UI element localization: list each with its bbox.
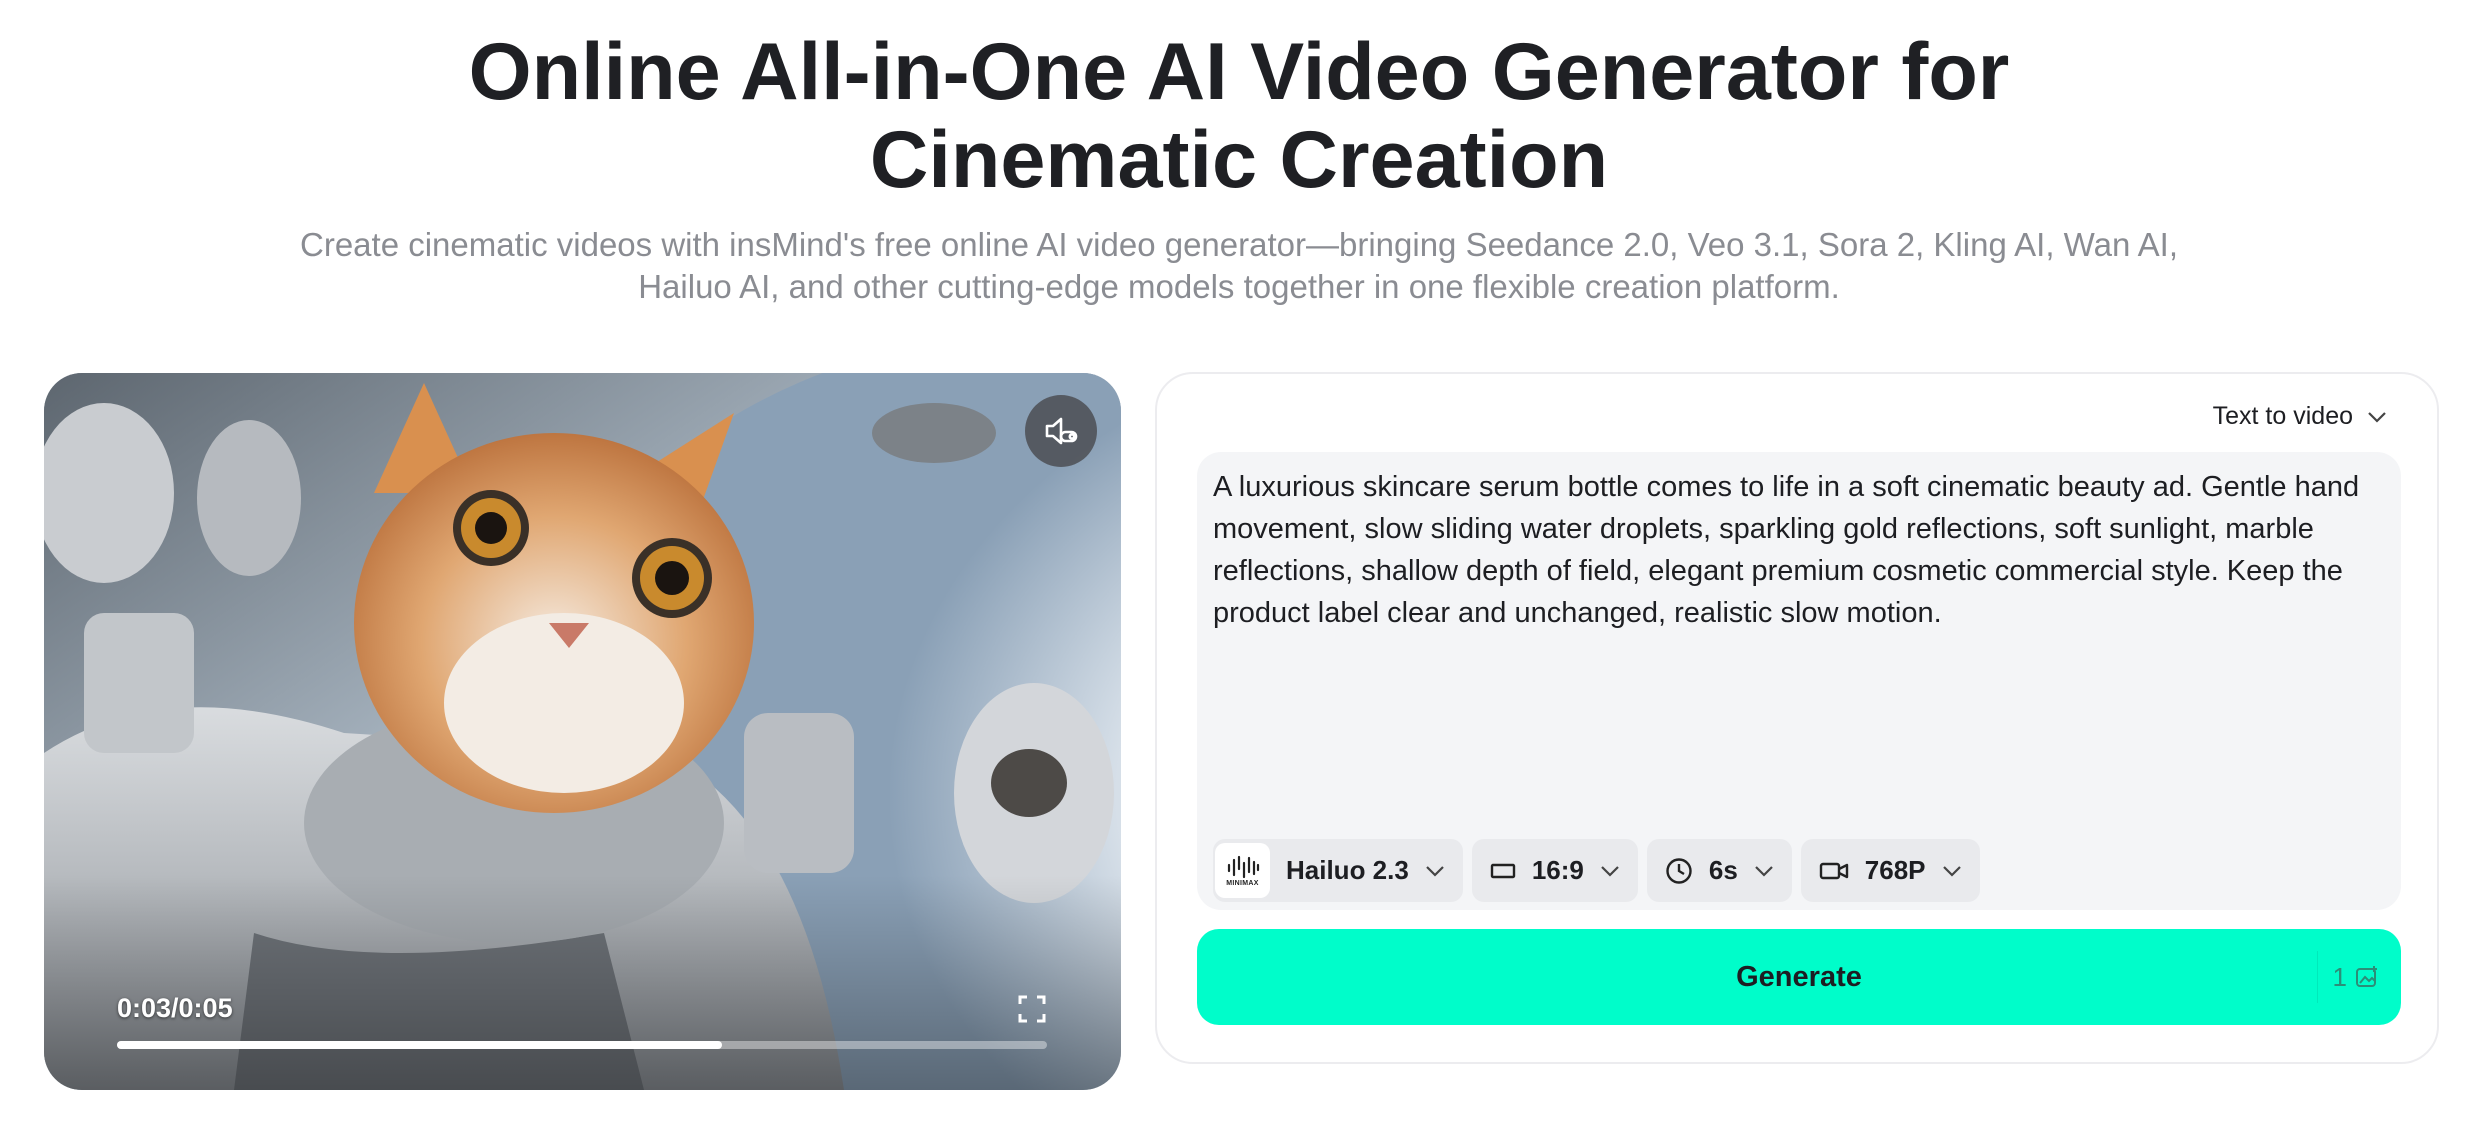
options-bar: MINIMAX Hailuo 2.3 16:9 6s 768P (1213, 839, 1980, 902)
page-title: Online All-in-One AI Video Generator for… (0, 28, 2478, 204)
clock-icon (1666, 857, 1692, 884)
mode-dropdown[interactable]: Text to video (2213, 402, 2387, 431)
page-subtitle: Create cinematic videos with insMind's f… (0, 224, 2478, 308)
fullscreen-icon (1018, 995, 1046, 1023)
minimax-logo: MINIMAX (1215, 843, 1270, 898)
prompt-container: A luxurious skincare serum bottle comes … (1197, 452, 2401, 910)
minimax-logo-text: MINIMAX (1226, 879, 1259, 887)
chevron-down-icon (1426, 865, 1444, 877)
aspect-ratio-label: 16:9 (1531, 855, 1584, 885)
prompt-textarea[interactable]: A luxurious skincare serum bottle comes … (1213, 466, 2383, 826)
credits-count: 1 (2332, 961, 2347, 992)
credits-cost: 1 (2333, 929, 2381, 1025)
chevron-down-icon (2368, 411, 2386, 423)
resolution-label: 768P (1864, 855, 1926, 885)
resolution-selector[interactable]: 768P (1800, 839, 1980, 902)
chevron-down-icon (1601, 865, 1619, 877)
page-title-line-2: Cinematic Creation (869, 115, 1609, 205)
speaker-muted-icon (1045, 417, 1078, 445)
mode-dropdown-label: Text to video (2212, 402, 2353, 430)
page-subtitle-line-1: Create cinematic videos with insMind's f… (300, 226, 2178, 263)
credit-image-icon (2356, 966, 2377, 987)
video-progress-bar[interactable] (117, 1041, 1047, 1049)
video-progress-fill (117, 1041, 722, 1049)
model-selector[interactable]: MINIMAX Hailuo 2.3 (1213, 839, 1463, 902)
generator-panel: Text to video A luxurious skincare serum… (1155, 372, 2439, 1064)
video-frame-astronaut-cat (44, 373, 1121, 1090)
fullscreen-button[interactable] (1018, 995, 1046, 1023)
model-selector-label: Hailuo 2.3 (1286, 855, 1409, 885)
generate-button-label: Generate (1736, 960, 1862, 993)
chevron-down-icon (1755, 865, 1773, 877)
page-title-line-1: Online All-in-One AI Video Generator for (468, 27, 2010, 117)
mute-toggle-button[interactable] (1025, 395, 1097, 467)
aspect-ratio-selector[interactable]: 16:9 (1471, 839, 1638, 902)
video-player[interactable] (44, 373, 1121, 1090)
generate-button[interactable]: Generate 1 (1197, 929, 2401, 1025)
duration-selector[interactable]: 6s (1646, 839, 1792, 902)
duration-label: 6s (1708, 855, 1738, 885)
chevron-down-icon (1942, 865, 1961, 877)
page-subtitle-line-2: Hailuo AI, and other cutting-edge models… (638, 268, 1840, 305)
video-timestamp: 0:03/0:05 (117, 993, 233, 1023)
video-camera-icon (1819, 862, 1848, 879)
credits-divider (2317, 951, 2318, 1003)
waveform-icon (1227, 855, 1259, 878)
aspect-ratio-icon (1490, 863, 1516, 878)
